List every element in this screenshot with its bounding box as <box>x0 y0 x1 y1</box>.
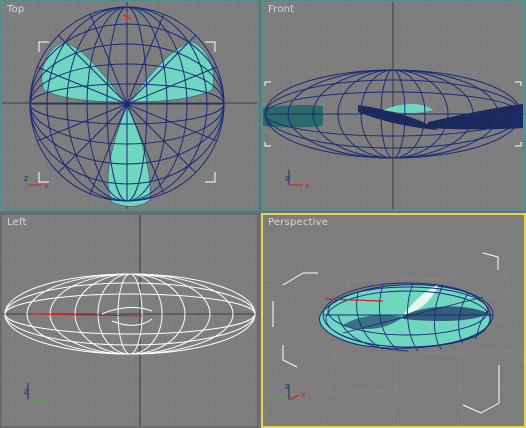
viewport-label-top[interactable]: Top <box>7 4 24 15</box>
axis-x-label: x <box>44 181 49 190</box>
axis-z-label: z <box>285 174 289 183</box>
viewport-label-left[interactable]: Left <box>7 217 27 228</box>
viewport-label-perspective[interactable]: Perspective <box>268 217 328 228</box>
axis-y-label: y <box>273 394 278 403</box>
viewport-top-canvas[interactable]: z x <box>2 2 257 209</box>
viewport-front-canvas[interactable]: z x <box>263 2 524 209</box>
axis-y-label: y <box>44 396 49 405</box>
axis-x-label: x <box>305 181 310 190</box>
axis-z-label: z <box>285 382 289 391</box>
axis-z-label: z <box>24 174 28 183</box>
viewport-front[interactable]: z x Front <box>261 0 526 211</box>
viewport-top[interactable]: z x Top <box>0 0 259 211</box>
axis-x-label: x <box>301 390 306 399</box>
viewport-left-canvas[interactable]: z y <box>2 215 257 426</box>
viewport-perspective[interactable]: z x y Perspective <box>261 213 526 428</box>
viewport-left[interactable]: z y Left <box>0 213 259 428</box>
viewport-perspective-canvas[interactable]: z x y <box>263 215 524 426</box>
viewport-layout: z x Top z x Front z y Left z x y Perspec… <box>0 0 526 428</box>
axis-z-label: z <box>24 387 28 396</box>
viewport-label-front[interactable]: Front <box>268 4 294 15</box>
sphere-wireframe <box>29 6 225 202</box>
